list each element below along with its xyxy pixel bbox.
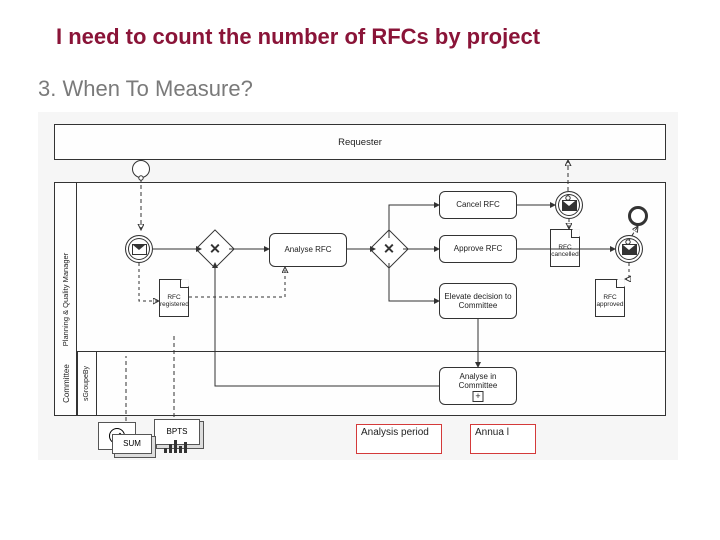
doc-rfc-cancelled: RFC cancelled (550, 229, 580, 267)
doc-rfc-registered: RFC registered (159, 279, 189, 317)
envelope-icon (622, 244, 637, 255)
slide-title: I need to count the number of RFCs by pr… (56, 24, 540, 50)
envelope-icon (132, 244, 147, 255)
message-throw-approve (615, 235, 643, 263)
task-cancel-rfc: Cancel RFC (439, 191, 517, 219)
lane-pq-label: Planning & Quality Manager (61, 252, 70, 345)
doc-rfc-approved: RFC approved (595, 279, 625, 317)
bottom-bpts-label: BPTS (167, 427, 188, 436)
lane-subgroup-header: sGroupeBy (77, 351, 97, 415)
task-elevate-label: Elevate decision to Committee (440, 292, 516, 310)
lane-divider (77, 351, 665, 352)
task-analyse-rfc: Analyse RFC (269, 233, 347, 267)
lane-subgroup-label: sGroupeBy (83, 365, 90, 400)
task-approve-rfc-label: Approve RFC (454, 244, 502, 253)
start-event (132, 160, 150, 178)
bpmn-diagram: Requester Planning & Quality Manager Com… (38, 112, 678, 460)
gateway-decision (369, 229, 409, 269)
pool-requester-label: Requester (338, 137, 382, 148)
slide-subtitle: 3. When To Measure? (38, 76, 253, 102)
task-analyse-rfc-label: Analyse RFC (284, 245, 331, 254)
task-approve-rfc: Approve RFC (439, 235, 517, 263)
tag-analysis-period: Analysis period (356, 424, 442, 454)
presentation-slide: I need to count the number of RFCs by pr… (0, 0, 720, 540)
doc-rfc-registered-label: RFC registered (160, 294, 188, 308)
tag-analysis-period-label: Analysis period (361, 427, 429, 438)
task-cancel-rfc-label: Cancel RFC (456, 200, 500, 209)
pool-main: Planning & Quality Manager Committee sGr… (54, 182, 666, 416)
start-message-event (125, 235, 153, 263)
lane-committee-header: Committee (55, 351, 78, 415)
envelope-icon (562, 200, 577, 211)
barchart-icon (164, 437, 190, 453)
task-analyse-committee: Analyse in Committee (439, 367, 517, 405)
doc-rfc-approved-label: RFC approved (596, 294, 624, 308)
bottom-sum-box: SUM (112, 434, 152, 454)
doc-rfc-cancelled-label: RFC cancelled (551, 244, 579, 258)
bottom-sum-label: SUM (123, 439, 141, 448)
tag-annual: Annua l (470, 424, 536, 454)
gateway-split (195, 229, 235, 269)
task-elevate: Elevate decision to Committee (439, 283, 517, 319)
end-event (628, 206, 648, 226)
lane-committee-label: Committee (62, 364, 71, 403)
pool-requester-header: Requester (338, 125, 382, 159)
tag-annual-label: Annua l (475, 427, 509, 438)
message-throw-cancel (555, 191, 583, 219)
task-analyse-committee-label: Analyse in Committee (459, 372, 498, 390)
pool-requester: Requester (54, 124, 666, 160)
